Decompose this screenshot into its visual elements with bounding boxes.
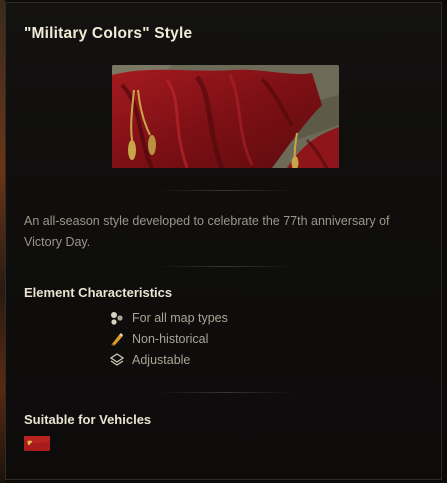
characteristic-non-historical: Non-historical [110, 330, 208, 348]
style-preview-image [112, 65, 339, 168]
characteristic-adjustable: Adjustable [109, 351, 191, 369]
ussr-flag-icon [24, 436, 50, 451]
adjustable-icon [109, 353, 125, 367]
style-description: An all-season style developed to celebra… [24, 214, 390, 249]
tooltip-title: "Military Colors" Style [24, 25, 193, 42]
characteristic-label: For all map types [132, 311, 228, 325]
divider [156, 392, 296, 393]
divider [156, 266, 296, 267]
vehicles-heading: Suitable for Vehicles [24, 412, 152, 427]
non-historical-icon [110, 332, 124, 346]
style-tooltip: "Military Colors" Style An all-season st… [5, 2, 442, 480]
characteristic-label: Non-historical [132, 332, 209, 346]
map-types-icon [110, 311, 124, 325]
divider [156, 190, 296, 191]
characteristic-map-types: For all map types [110, 309, 228, 327]
characteristic-label: Adjustable [132, 353, 191, 367]
characteristics-heading: Element Characteristics [24, 285, 173, 300]
